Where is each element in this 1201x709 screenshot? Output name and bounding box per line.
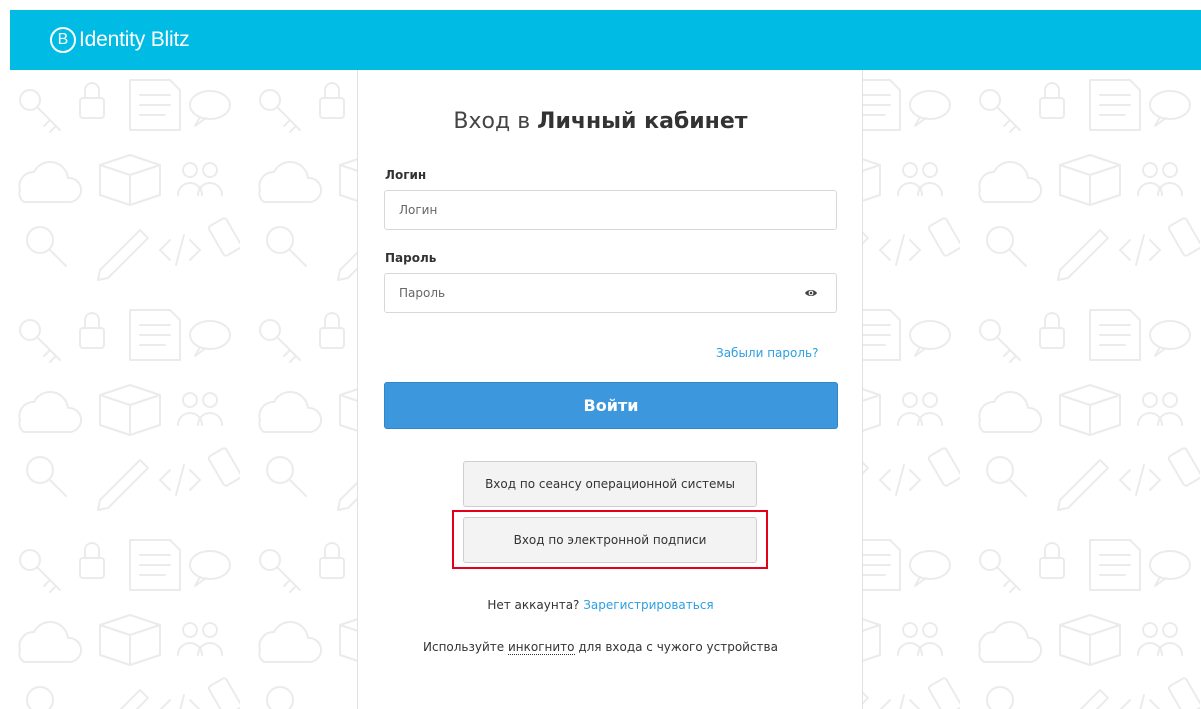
os-session-login-button[interactable]: Вход по сеансу операционной системы <box>463 461 757 507</box>
forgot-password-link[interactable]: Забыли пароль? <box>716 346 818 360</box>
register-link[interactable]: Зарегистрироваться <box>583 598 713 612</box>
incognito-hint: Используйте инкогнито для входа с чужого… <box>0 640 1201 655</box>
login-input[interactable] <box>385 191 799 229</box>
no-account-text: Нет аккаунта? <box>487 598 584 612</box>
password-label: Пароль <box>385 251 437 265</box>
login-field[interactable] <box>384 190 837 230</box>
title-prefix: Вход в <box>453 109 538 134</box>
title-bold: Личный кабинет <box>537 109 748 134</box>
incognito-suffix: для входа с чужого устройства <box>574 640 778 654</box>
password-field[interactable] <box>384 273 837 313</box>
digital-signature-login-button[interactable]: Вход по электронной подписи <box>463 517 757 563</box>
eye-icon[interactable] <box>804 287 818 299</box>
login-button[interactable]: Войти <box>384 382 838 429</box>
brand-name: Identity Blitz <box>79 28 190 51</box>
register-line: Нет аккаунта? Зарегистрироваться <box>0 598 1201 612</box>
top-bar: B Identity Blitz <box>10 10 1201 70</box>
password-input[interactable] <box>385 274 799 312</box>
incognito-word[interactable]: инкогнито <box>507 640 575 655</box>
brand-logo[interactable]: B Identity Blitz <box>50 24 190 56</box>
incognito-prefix: Используйте <box>423 640 508 654</box>
login-label: Логин <box>385 168 427 182</box>
page-title: Вход в Личный кабинет <box>0 109 1201 134</box>
brand-logo-mark: B <box>50 27 76 53</box>
